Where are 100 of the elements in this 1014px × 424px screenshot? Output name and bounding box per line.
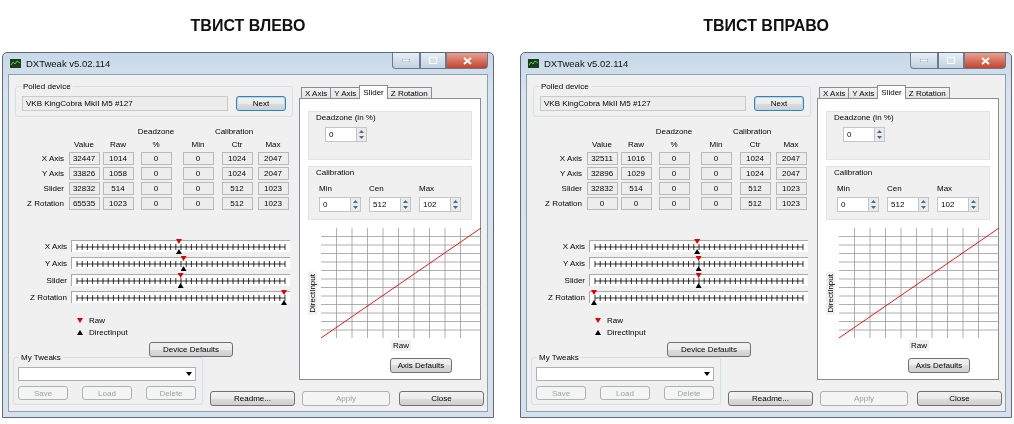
axis-tab[interactable]: Slider xyxy=(359,85,388,99)
device-defaults-button[interactable]: Device Defaults xyxy=(149,342,233,357)
column-header: Deadzone xyxy=(137,126,175,137)
table-cell: 32511 xyxy=(586,152,618,165)
dialog-button[interactable]: Close xyxy=(917,391,1002,406)
table-cell: 1023 xyxy=(257,197,289,210)
device-name-field: VKB KingCobra MkII M5 #127 xyxy=(540,96,746,111)
field-label: Cen xyxy=(369,184,384,193)
row-label: X Axis xyxy=(41,154,65,163)
axis-defaults-button[interactable]: Axis Defaults xyxy=(908,358,970,373)
column-header: Value xyxy=(74,139,94,150)
device-defaults-button[interactable]: Device Defaults xyxy=(667,342,751,357)
column-header: Raw xyxy=(110,139,126,150)
dialog-button[interactable]: Readme... xyxy=(210,391,295,406)
table-cell: 2047 xyxy=(257,167,289,180)
group-label: Deadzone (in %) xyxy=(834,113,894,122)
column-header: Calibration xyxy=(732,126,772,137)
table-cell: 32832 xyxy=(586,182,618,195)
column-header: Deadzone xyxy=(655,126,693,137)
axis-label: Y Axis xyxy=(561,258,585,268)
axis-tab[interactable]: Y Axis xyxy=(330,87,361,99)
table-cell: 0 xyxy=(140,167,172,180)
axis-label: Z Rotation xyxy=(29,292,67,302)
spin-field[interactable]: 102 xyxy=(937,197,979,212)
table-cell: 514 xyxy=(102,182,134,195)
table-cell: 0 xyxy=(700,182,732,195)
axis-tab[interactable]: Y Axis xyxy=(848,87,879,99)
axis-tab[interactable]: X Axis xyxy=(301,87,332,99)
table-cell: 32832 xyxy=(68,182,100,195)
table-cell: 0 xyxy=(658,197,690,210)
field-label: Max xyxy=(937,184,953,193)
legend-label: DirectInput xyxy=(89,328,128,337)
table-cell: 1058 xyxy=(102,167,134,180)
table-cell: 512 xyxy=(221,182,253,195)
row-label: Slider xyxy=(43,184,65,193)
table-cell: 1029 xyxy=(620,167,652,180)
field-label: Min xyxy=(837,184,850,193)
table-cell: 0 xyxy=(658,167,690,180)
table-cell: 1023 xyxy=(102,197,134,210)
y-axis-label: DirectInput xyxy=(308,271,317,315)
axis-tab[interactable]: X Axis xyxy=(819,87,850,99)
table-cell: 0 xyxy=(700,167,732,180)
table-cell: 0 xyxy=(182,167,214,180)
spin-field[interactable]: 0 xyxy=(325,127,367,142)
axis-label: X Axis xyxy=(43,241,67,251)
table-cell: 1023 xyxy=(775,182,807,195)
dialog-button[interactable]: Close xyxy=(399,391,484,406)
row-label: Y Axis xyxy=(559,169,583,178)
table-cell: 2047 xyxy=(257,152,289,165)
spin-field[interactable]: 0 xyxy=(843,127,885,142)
row-label: Y Axis xyxy=(41,169,65,178)
group-label: My Tweaks xyxy=(19,353,63,363)
table-cell: 32447 xyxy=(68,152,100,165)
spin-field[interactable]: 512 xyxy=(369,197,411,212)
column-header: Ctr xyxy=(749,139,761,150)
table-cell: 1023 xyxy=(775,197,807,210)
axis-label: Slider xyxy=(563,275,585,285)
table-cell: 32896 xyxy=(586,167,618,180)
table-cell: 0 xyxy=(182,152,214,165)
axis-label: X Axis xyxy=(561,241,585,251)
x-axis-label: Raw xyxy=(391,340,411,351)
table-cell: 0 xyxy=(700,197,732,210)
panel-heading: ТВИСТ ВЛЕВО xyxy=(189,16,307,36)
spin-field[interactable]: 0 xyxy=(319,197,361,212)
table-cell: 1024 xyxy=(739,152,771,165)
column-header: Max xyxy=(783,139,799,150)
spin-field[interactable]: 0 xyxy=(837,197,879,212)
column-header: Ctr xyxy=(231,139,243,150)
table-cell: 0 xyxy=(182,197,214,210)
spin-field[interactable]: 102 xyxy=(419,197,461,212)
axis-defaults-button[interactable]: Axis Defaults xyxy=(390,358,452,373)
row-label: X Axis xyxy=(559,154,583,163)
axis-label: Slider xyxy=(45,275,67,285)
field-label: Min xyxy=(319,184,332,193)
column-header: % xyxy=(670,139,678,150)
table-cell: 1024 xyxy=(221,152,253,165)
legend-label: DirectInput xyxy=(607,328,646,337)
table-cell: 512 xyxy=(221,197,253,210)
table-cell: 65535 xyxy=(68,197,100,210)
axis-tab[interactable]: Z Rotation xyxy=(904,87,950,99)
table-cell: 1024 xyxy=(739,167,771,180)
column-header: Raw xyxy=(628,139,644,150)
group-label: Calibration xyxy=(316,168,355,177)
axis-label: Z Rotation xyxy=(547,292,585,302)
next-button[interactable]: Next xyxy=(754,96,804,111)
axis-tab[interactable]: Z Rotation xyxy=(386,87,432,99)
group-label: Calibration xyxy=(834,168,873,177)
dialog-button[interactable]: Readme... xyxy=(728,391,813,406)
axis-tab[interactable]: Slider xyxy=(877,85,906,99)
table-cell: 0 xyxy=(140,182,172,195)
group-label: My Tweaks xyxy=(537,353,581,363)
table-cell: 1014 xyxy=(102,152,134,165)
next-button[interactable]: Next xyxy=(236,96,286,111)
column-header: Value xyxy=(592,139,612,150)
group-label: Polled device xyxy=(539,82,591,92)
table-cell: 0 xyxy=(658,152,690,165)
table-cell: 0 xyxy=(586,197,618,210)
field-label: Cen xyxy=(887,184,902,193)
spin-field[interactable]: 512 xyxy=(887,197,929,212)
table-cell: 514 xyxy=(620,182,652,195)
